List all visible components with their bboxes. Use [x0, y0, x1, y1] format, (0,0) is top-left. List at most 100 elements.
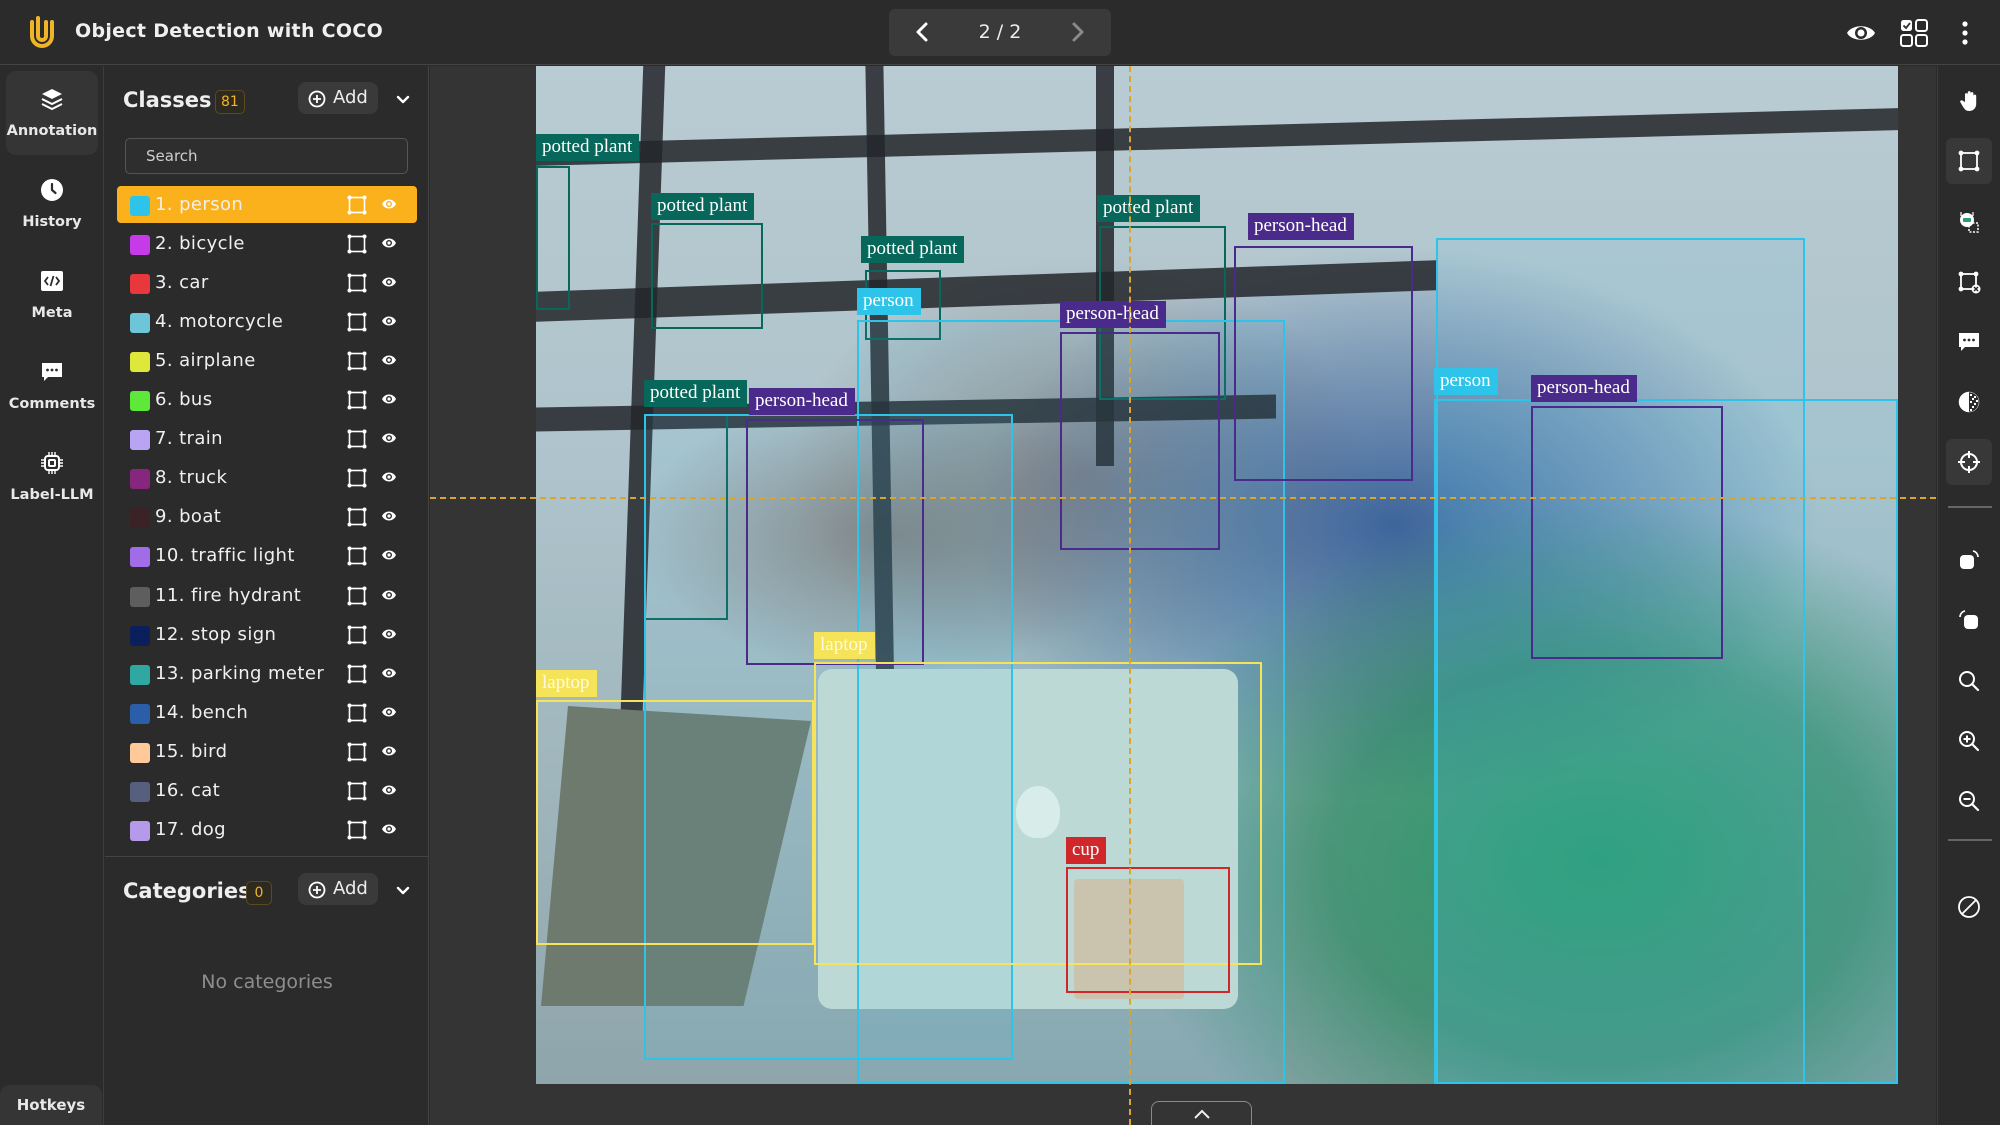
- chevron-down-icon[interactable]: [393, 880, 413, 900]
- tool-zoom-out-button[interactable]: [1946, 778, 1992, 824]
- eye-icon[interactable]: [381, 392, 397, 406]
- eye-icon[interactable]: [381, 509, 397, 523]
- class-color-swatch[interactable]: [130, 274, 150, 295]
- class-row[interactable]: 6. bus: [117, 381, 417, 418]
- class-row[interactable]: 16. cat: [117, 772, 417, 809]
- eye-icon[interactable]: [381, 275, 397, 289]
- class-color-swatch[interactable]: [130, 625, 150, 646]
- bounding-box-icon[interactable]: [347, 468, 367, 488]
- bounding-box-icon[interactable]: [347, 781, 367, 801]
- class-color-swatch[interactable]: [130, 547, 150, 568]
- eye-icon[interactable]: [381, 236, 397, 250]
- bounding-box-icon[interactable]: [347, 351, 367, 371]
- class-row[interactable]: 10. traffic light: [117, 537, 417, 574]
- class-row[interactable]: 3. car: [117, 264, 417, 301]
- class-color-swatch[interactable]: [130, 430, 150, 451]
- next-image-button[interactable]: [1061, 17, 1093, 47]
- annotation-canvas[interactable]: potted plant potted plant potted plant pott…: [430, 66, 1936, 1125]
- class-color-swatch[interactable]: [130, 664, 150, 685]
- class-row[interactable]: 14. bench: [117, 694, 417, 731]
- bbox-label-tag[interactable]: laptop: [814, 632, 875, 659]
- bbox-person-head[interactable]: [1060, 332, 1220, 550]
- tool-comment-button[interactable]: [1946, 319, 1992, 365]
- bounding-box-icon[interactable]: [347, 507, 367, 527]
- nav-item-history[interactable]: History: [6, 162, 98, 246]
- eye-icon[interactable]: [381, 548, 397, 562]
- bbox-label-tag[interactable]: person-head: [1248, 213, 1354, 240]
- tool-zoom-fit-button[interactable]: [1946, 658, 1992, 704]
- bbox-person-head[interactable]: [1531, 406, 1723, 659]
- class-row[interactable]: 7. train: [117, 420, 417, 457]
- chevron-down-icon[interactable]: [393, 89, 413, 109]
- bbox-label-tag[interactable]: laptop: [536, 670, 597, 697]
- eye-icon[interactable]: [381, 197, 397, 211]
- add-class-button[interactable]: Add: [298, 82, 378, 114]
- bounding-box-icon[interactable]: [347, 234, 367, 254]
- eye-icon[interactable]: [381, 783, 397, 797]
- class-row[interactable]: 13. parking meter: [117, 655, 417, 692]
- tool-contrast-button[interactable]: [1946, 379, 1992, 425]
- bounding-box-icon[interactable]: [347, 742, 367, 762]
- eye-icon[interactable]: [381, 588, 397, 602]
- bbox-label-tag[interactable]: person: [1434, 368, 1498, 395]
- class-row[interactable]: 2. bicycle: [117, 225, 417, 262]
- bounding-box-icon[interactable]: [347, 664, 367, 684]
- class-row[interactable]: 5. airplane: [117, 342, 417, 379]
- tool-rotate-left-button[interactable]: [1946, 598, 1992, 644]
- class-color-swatch[interactable]: [130, 703, 150, 724]
- class-color-swatch[interactable]: [130, 313, 150, 334]
- bbox-label-tag[interactable]: potted plant: [644, 380, 748, 407]
- tool-pan-button[interactable]: [1946, 78, 1992, 124]
- bbox-label-tag[interactable]: person-head: [1531, 375, 1637, 402]
- nav-item-label-llm[interactable]: Label-LLM: [6, 435, 98, 519]
- class-color-swatch[interactable]: [130, 820, 150, 841]
- bbox-label-tag[interactable]: cup: [1066, 837, 1107, 864]
- bounding-box-icon[interactable]: [347, 546, 367, 566]
- tool-bbox-button[interactable]: [1946, 138, 1992, 184]
- bounding-box-icon[interactable]: [347, 273, 367, 293]
- bbox-label-tag[interactable]: potted plant: [1097, 195, 1201, 222]
- class-row[interactable]: 4. motorcycle: [117, 303, 417, 340]
- collapse-panel-button[interactable]: [1151, 1101, 1252, 1125]
- tool-delete-box-button[interactable]: [1946, 259, 1992, 305]
- eye-icon[interactable]: [381, 353, 397, 367]
- class-color-swatch[interactable]: [130, 508, 150, 529]
- eye-icon[interactable]: [381, 666, 397, 680]
- bbox-label-tag[interactable]: person-head: [749, 388, 855, 415]
- class-color-swatch[interactable]: [130, 469, 150, 490]
- bounding-box-icon[interactable]: [347, 586, 367, 606]
- class-color-swatch[interactable]: [130, 742, 150, 763]
- more-options-button[interactable]: [1948, 16, 1982, 50]
- eye-icon[interactable]: [381, 705, 397, 719]
- bbox-label-tag[interactable]: potted plant: [536, 134, 640, 161]
- bounding-box-icon[interactable]: [347, 703, 367, 723]
- eye-icon[interactable]: [381, 431, 397, 445]
- bounding-box-icon[interactable]: [347, 820, 367, 840]
- toggle-visibility-button[interactable]: [1844, 16, 1878, 50]
- class-color-swatch[interactable]: [130, 352, 150, 373]
- nav-item-comments[interactable]: Comments: [6, 344, 98, 428]
- tool-disable-button[interactable]: [1946, 884, 1992, 930]
- add-category-button[interactable]: Add: [298, 873, 378, 905]
- hotkeys-button[interactable]: Hotkeys: [0, 1085, 102, 1125]
- bbox-label-tag[interactable]: potted plant: [861, 236, 965, 263]
- eye-icon[interactable]: [381, 822, 397, 836]
- class-color-swatch[interactable]: [130, 196, 150, 216]
- bbox-person-head[interactable]: [746, 419, 924, 665]
- class-row[interactable]: 9. boat: [117, 498, 417, 535]
- tool-rotate-right-button[interactable]: [1946, 538, 1992, 584]
- bounding-box-icon[interactable]: [347, 429, 367, 449]
- class-row[interactable]: 15. bird: [117, 733, 417, 770]
- bounding-box-icon[interactable]: [347, 195, 367, 215]
- bounding-box-icon[interactable]: [347, 625, 367, 645]
- bbox-label-tag[interactable]: person: [857, 288, 921, 315]
- class-row[interactable]: 11. fire hydrant: [117, 577, 417, 614]
- bbox-potted-plant[interactable]: [536, 166, 570, 310]
- class-color-swatch[interactable]: [130, 391, 150, 412]
- class-color-swatch[interactable]: [130, 235, 150, 256]
- bbox-label-tag[interactable]: person-head: [1060, 301, 1166, 328]
- class-row[interactable]: 1. person: [117, 186, 417, 223]
- eye-icon[interactable]: [381, 627, 397, 641]
- bbox-person-head[interactable]: [1234, 246, 1413, 481]
- bounding-box-icon[interactable]: [347, 312, 367, 332]
